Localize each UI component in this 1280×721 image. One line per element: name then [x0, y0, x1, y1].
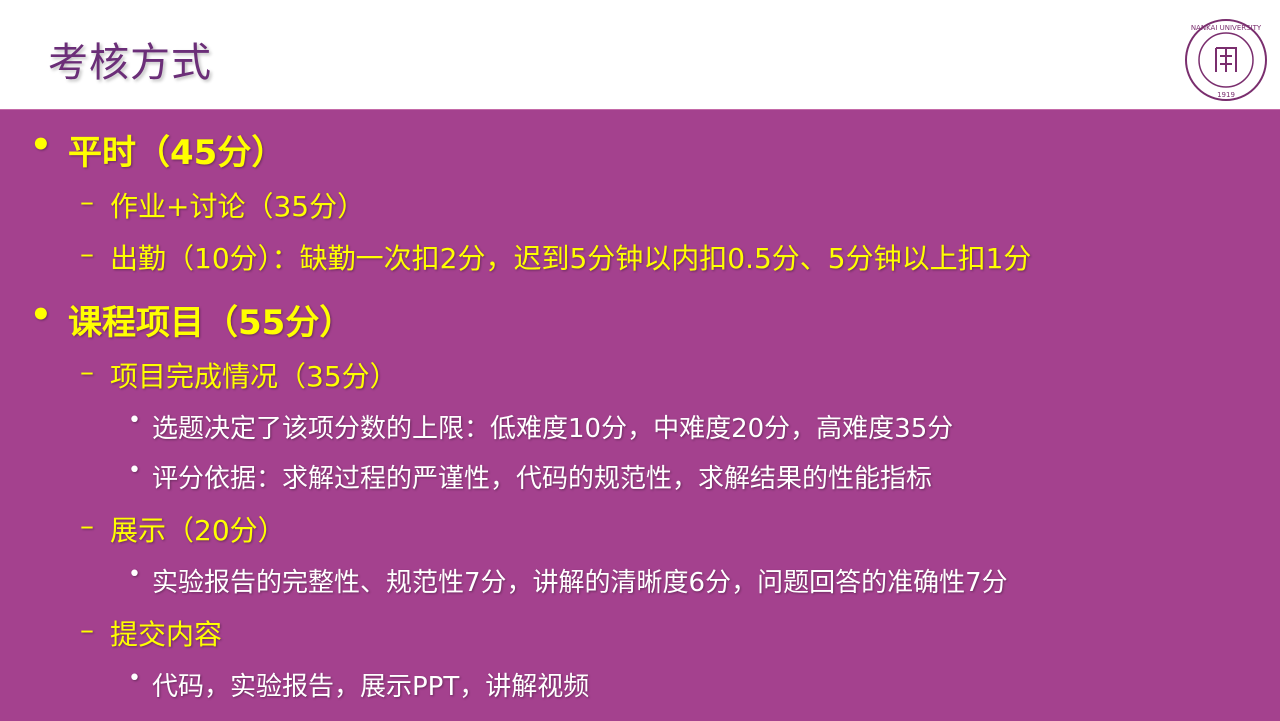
bullet-dot: •: [128, 562, 141, 587]
bullet-dot: •: [30, 295, 52, 335]
bullet-dash: –: [80, 613, 94, 646]
bullet-l2: – 项目完成情况（35分）: [80, 355, 398, 395]
bullet-dot: •: [128, 458, 141, 483]
slide-content: • 平时（45分） – 作业+讨论（35分） – 出勤（10分）：缺勤一次扣2分…: [0, 109, 1280, 721]
bullet-text: 平时（45分）: [68, 133, 286, 173]
bullet-text: 课程项目（55分）: [68, 303, 354, 343]
nankai-university-seal-icon: NANKAI UNIVERSITY 1919: [1185, 19, 1267, 101]
bullet-l2: – 提交内容: [80, 613, 223, 653]
bullet-text: 选题决定了该项分数的上限：低难度10分，中难度20分，高难度35分: [152, 414, 954, 444]
bullet-text: 代码，实验报告，展示PPT，讲解视频: [152, 672, 590, 702]
bullet-l3: • 选题决定了该项分数的上限：低难度10分，中难度20分，高难度35分: [128, 408, 954, 445]
bullet-text: 项目完成情况（35分）: [110, 360, 398, 393]
bullet-l3: • 评分依据：求解过程的严谨性，代码的规范性，求解结果的性能指标: [128, 458, 933, 495]
bullet-dash: –: [80, 237, 94, 270]
bullet-text: 出勤（10分）：缺勤一次扣2分，迟到5分钟以内扣0.5分、5分钟以上扣1分: [110, 242, 1032, 275]
bullet-dash: –: [80, 355, 94, 388]
bullet-text: 作业+讨论（35分）: [110, 190, 366, 223]
bullet-l2: – 展示（20分）: [80, 509, 286, 549]
bullet-text: 提交内容: [110, 618, 223, 651]
bullet-text: 展示（20分）: [110, 514, 286, 547]
logo-year: 1919: [1217, 91, 1235, 99]
bullet-dot: •: [30, 125, 52, 165]
bullet-text: 评分依据：求解过程的严谨性，代码的规范性，求解结果的性能指标: [152, 464, 933, 494]
slide-title: 考核方式: [48, 40, 212, 86]
bullet-l2: – 出勤（10分）：缺勤一次扣2分，迟到5分钟以内扣0.5分、5分钟以上扣1分: [80, 237, 1032, 277]
bullet-l2: – 作业+讨论（35分）: [80, 185, 366, 225]
slide-header: 考核方式 NANKAI UNIVERSITY 1919: [0, 0, 1280, 109]
bullet-l3: • 实验报告的完整性、规范性7分，讲解的清晰度6分，问题回答的准确性7分: [128, 562, 1008, 599]
bullet-l1: • 平时（45分）: [30, 125, 286, 174]
logo-text: NANKAI UNIVERSITY: [1191, 24, 1262, 32]
bullet-text: 实验报告的完整性、规范性7分，讲解的清晰度6分，问题回答的准确性7分: [152, 568, 1008, 598]
bullet-dash: –: [80, 509, 94, 542]
bullet-l3: • 代码，实验报告，展示PPT，讲解视频: [128, 666, 590, 703]
bullet-dot: •: [128, 666, 141, 691]
bullet-l1: • 课程项目（55分）: [30, 295, 354, 344]
bullet-dash: –: [80, 185, 94, 218]
bullet-dot: •: [128, 408, 141, 433]
